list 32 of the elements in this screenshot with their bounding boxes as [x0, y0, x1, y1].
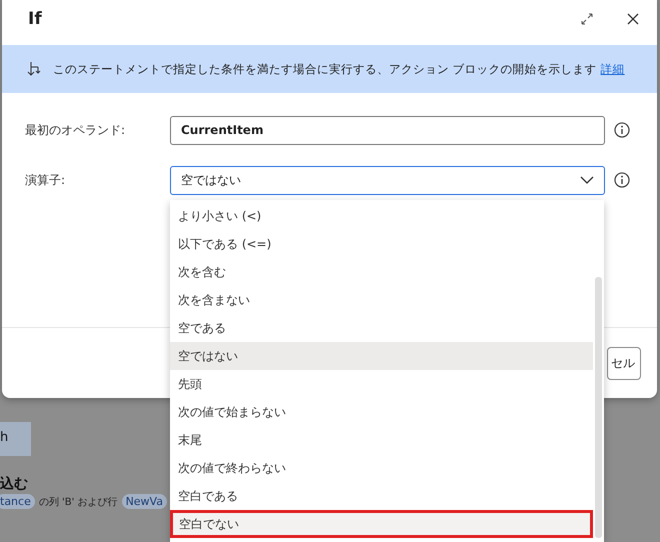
dropdown-option[interactable]: 空ではない	[170, 342, 593, 370]
dropdown-option[interactable]: 先頭	[170, 370, 593, 398]
dropdown-option[interactable]: 次の値で始まらない	[170, 398, 593, 426]
dropdown-option[interactable]: 末尾	[170, 426, 593, 454]
dropdown-option[interactable]: 次の値で終わらない	[170, 454, 593, 482]
dropdown-option[interactable]: 以下である (<=)	[170, 230, 593, 258]
chevron-down-icon	[580, 176, 594, 184]
parameter-text: の列 'B' および行	[38, 496, 118, 508]
flow-icon	[27, 61, 41, 77]
cancel-button[interactable]: セル	[607, 346, 641, 380]
field-label: 演算子:	[25, 172, 66, 188]
dropdown-option[interactable]: 空白である	[170, 482, 593, 510]
dropdown-option[interactable]: 次を含まない	[170, 286, 593, 314]
dropdown-option[interactable]: 次を含む	[170, 258, 593, 286]
dropdown-option[interactable]: より小さい (<)	[170, 202, 593, 230]
dropdown-option[interactable]: 空白でない	[170, 510, 593, 538]
scrollbar-thumb[interactable]	[595, 277, 602, 538]
info-icon	[614, 172, 630, 188]
expand-icon[interactable]	[581, 12, 593, 24]
variable-tag: tance	[0, 494, 35, 509]
dialog-title: If	[28, 8, 42, 28]
background-button[interactable]: h	[0, 422, 31, 456]
operator-dropdown[interactable]: 空ではない	[170, 166, 605, 194]
dropdown-option[interactable]: 空である	[170, 314, 593, 342]
details-link[interactable]: 詳細	[600, 62, 625, 76]
banner-text: このステートメントで指定した条件を満たす場合に実行する、アクション ブロックの開始を示します	[53, 62, 597, 76]
close-icon[interactable]	[627, 12, 639, 24]
field-label: 最初のオペランド:	[25, 122, 126, 138]
action-title: 込む	[0, 475, 28, 493]
info-icon	[614, 122, 630, 138]
input-field[interactable]: CurrentItem	[170, 116, 605, 144]
variable-tag: NewVa	[122, 494, 167, 509]
